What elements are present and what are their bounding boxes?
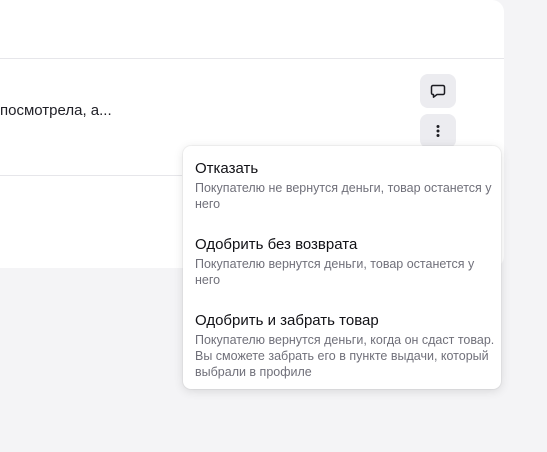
review-text-preview: посмотрела, а...	[0, 102, 112, 119]
divider	[0, 58, 504, 59]
chat-button[interactable]	[420, 74, 456, 108]
menu-item-approve-and-take-item[interactable]: Одобрить и забрать товар Покупателю верн…	[195, 312, 495, 380]
menu-item-title: Отказать	[195, 160, 259, 177]
more-actions-button[interactable]	[420, 114, 456, 148]
chat-bubble-icon	[430, 83, 446, 99]
menu-item-description: Покупателю вернутся деньги, товар остане…	[195, 257, 475, 287]
menu-item-approve-without-return[interactable]: Одобрить без возврата Покупателю вернутс…	[195, 236, 495, 288]
menu-item-reject[interactable]: Отказать Покупателю не вернутся деньги, …	[195, 160, 495, 212]
menu-item-title: Одобрить и забрать товар	[195, 312, 379, 329]
menu-item-description: Покупателю не вернутся деньги, товар ост…	[195, 181, 492, 211]
more-vertical-icon	[430, 123, 446, 139]
actions-dropdown-menu: Отказать Покупателю не вернутся деньги, …	[183, 146, 501, 389]
menu-item-title: Одобрить без возврата	[195, 236, 358, 253]
menu-item-description: Покупателю вернутся деньги, когда он сда…	[195, 333, 495, 379]
divider	[0, 175, 182, 176]
